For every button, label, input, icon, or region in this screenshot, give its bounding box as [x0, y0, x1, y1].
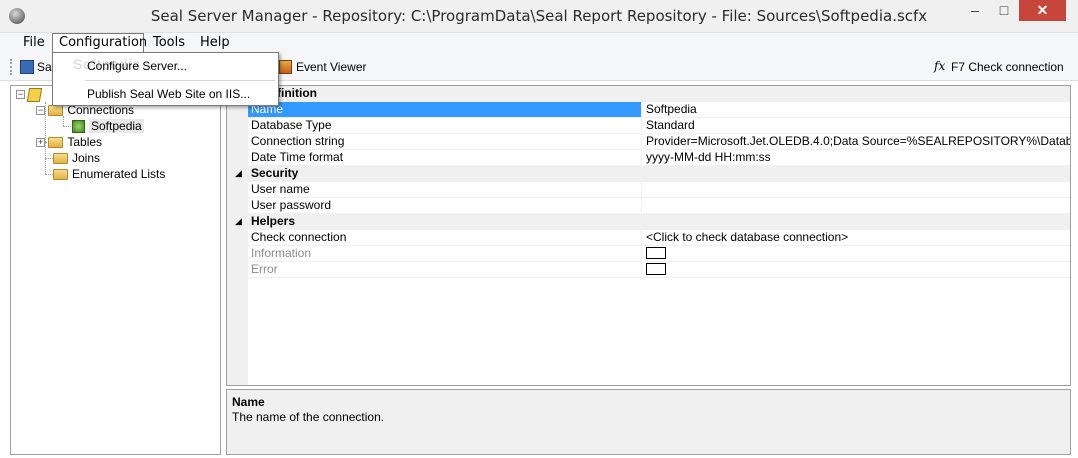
toolbar-grip[interactable]: [10, 59, 12, 75]
category-definition[interactable]: finition: [227, 86, 1070, 102]
repository-icon: [27, 87, 43, 102]
property-name[interactable]: Name: [248, 102, 642, 118]
category-security[interactable]: ◢ Security: [227, 166, 1070, 182]
category-label: Security: [251, 166, 299, 180]
menu-tools[interactable]: Tools: [147, 33, 191, 53]
collapse-triangle-icon[interactable]: ◢: [235, 214, 242, 229]
tree-item-tables[interactable]: + Tables: [36, 135, 102, 151]
property-name[interactable]: Information: [248, 246, 642, 262]
property-name[interactable]: Connection string: [248, 134, 642, 150]
category-label: finition: [277, 86, 317, 100]
property-value[interactable]: Standard: [643, 118, 1070, 134]
close-button[interactable]: ✕: [1019, 0, 1066, 21]
collapse-icon[interactable]: −: [36, 106, 45, 116]
help-panel: Name The name of the connection.: [226, 389, 1071, 455]
tree-item-softpedia[interactable]: Softpedia: [72, 119, 144, 135]
menu-file[interactable]: File: [17, 33, 51, 53]
property-row-name[interactable]: Name Softpedia: [227, 102, 1070, 118]
source-tree[interactable]: − − Connections Softpedia + Tables Joins…: [10, 85, 221, 455]
menu-help[interactable]: Help: [194, 33, 236, 53]
maximize-button[interactable]: □: [990, 0, 1018, 21]
folder-icon: [48, 137, 64, 149]
empty-swatch: [646, 263, 666, 275]
property-name[interactable]: User password: [248, 198, 642, 214]
tree-item-repository[interactable]: −: [16, 87, 43, 103]
property-row-database-type[interactable]: Database Type Standard: [227, 118, 1070, 134]
property-name[interactable]: Database Type: [248, 118, 642, 134]
property-value[interactable]: Softpedia: [643, 102, 1070, 118]
fx-icon[interactable]: fx: [934, 59, 945, 73]
save-icon[interactable]: [20, 60, 34, 74]
property-value[interactable]: [643, 198, 1070, 214]
property-name[interactable]: User name: [248, 182, 642, 198]
property-value[interactable]: [643, 182, 1070, 198]
menu-separator: [85, 80, 275, 81]
property-value[interactable]: [643, 246, 1070, 262]
menu-item-publish-web-site[interactable]: Publish Seal Web Site on IIS...: [87, 87, 250, 101]
property-value[interactable]: <Click to check database connection>: [643, 230, 1070, 246]
tree-line: [45, 158, 53, 159]
menu-configuration[interactable]: Configuration: [52, 33, 147, 53]
expand-icon[interactable]: +: [36, 138, 45, 148]
event-viewer-button[interactable]: Event Viewer: [296, 60, 366, 74]
folder-icon: [48, 105, 64, 117]
property-row-error[interactable]: Error: [227, 262, 1070, 278]
property-value[interactable]: yyyy-MM-dd HH:mm:ss: [643, 150, 1070, 166]
check-connection-button[interactable]: F7 Check connection: [951, 60, 1064, 74]
property-name[interactable]: Date Time format: [248, 150, 642, 166]
property-row-user-name[interactable]: User name: [227, 182, 1070, 198]
event-viewer-icon[interactable]: [279, 60, 292, 74]
property-value[interactable]: [643, 262, 1070, 278]
minimize-button[interactable]: –: [961, 0, 989, 21]
property-name[interactable]: Error: [248, 262, 642, 278]
folder-icon: [53, 169, 68, 181]
menu-bar: File Configuration Tools Help: [0, 33, 1078, 53]
property-grid[interactable]: finition Name Softpedia Database Type St…: [226, 85, 1071, 386]
configuration-menu-dropdown: Softpedia Configure Server... Publish Se…: [52, 52, 279, 106]
folder-icon: [53, 153, 68, 165]
help-title: Name: [232, 395, 265, 409]
category-helpers[interactable]: ◢ Helpers: [227, 214, 1070, 230]
collapse-icon[interactable]: −: [16, 90, 25, 100]
tree-item-joins[interactable]: Joins: [53, 151, 100, 167]
tree-item-label: Tables: [67, 135, 103, 149]
property-value[interactable]: Provider=Microsoft.Jet.OLEDB.4.0;Data So…: [643, 134, 1070, 150]
help-text: The name of the connection.: [232, 410, 385, 424]
collapse-triangle-icon[interactable]: ◢: [235, 166, 242, 181]
menu-item-configure-server[interactable]: Configure Server...: [87, 59, 187, 73]
connection-icon: [72, 120, 85, 134]
window-title: Seal Server Manager - Repository: C:\Pro…: [150, 7, 928, 25]
property-row-user-password[interactable]: User password: [227, 198, 1070, 214]
tree-line: [63, 126, 71, 127]
title-bar: Seal Server Manager - Repository: C:\Pro…: [0, 0, 1078, 33]
tree-item-enumerated-lists[interactable]: Enumerated Lists: [53, 167, 165, 183]
tree-line: [45, 174, 53, 175]
property-row-connection-string[interactable]: Connection string Provider=Microsoft.Jet…: [227, 134, 1070, 150]
tree-item-label: Joins: [72, 151, 101, 165]
tree-item-label: Enumerated Lists: [72, 167, 166, 181]
empty-swatch: [646, 247, 666, 259]
property-row-date-time-format[interactable]: Date Time format yyyy-MM-dd HH:mm:ss: [227, 150, 1070, 166]
property-name[interactable]: Check connection: [248, 230, 642, 246]
tree-item-label: Softpedia: [89, 119, 144, 133]
property-row-check-connection[interactable]: Check connection <Click to check databas…: [227, 230, 1070, 246]
property-row-information[interactable]: Information: [227, 246, 1070, 262]
category-label: Helpers: [251, 214, 296, 228]
